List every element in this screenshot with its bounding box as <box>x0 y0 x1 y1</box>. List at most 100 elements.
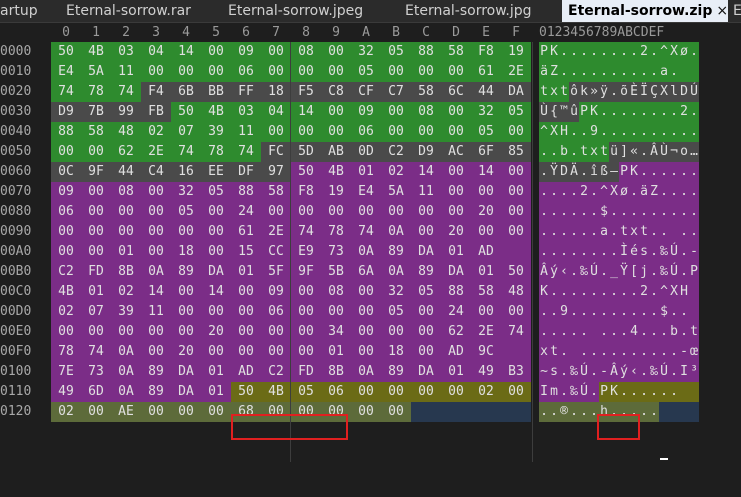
ascii-char[interactable] <box>699 202 709 222</box>
ascii-char[interactable]: . <box>599 322 609 342</box>
hex-byte[interactable]: 00 <box>204 402 228 422</box>
hex-byte[interactable]: DA <box>504 82 528 102</box>
hex-byte[interactable]: 00 <box>294 62 318 82</box>
hex-byte[interactable]: 00 <box>234 302 258 322</box>
hex-byte[interactable]: 6D <box>84 382 108 402</box>
ascii-char[interactable]: . <box>559 202 569 222</box>
ascii-char[interactable]: . <box>549 182 559 202</box>
ascii-char[interactable]: . <box>649 202 659 222</box>
hex-byte[interactable]: 74 <box>294 222 318 242</box>
hex-byte[interactable]: 00 <box>324 302 348 322</box>
ascii-char[interactable]: j <box>639 262 649 282</box>
hex-byte[interactable]: 00 <box>234 342 258 362</box>
ascii-char[interactable]: . <box>639 382 649 402</box>
ascii-char[interactable]: P <box>619 162 629 182</box>
hex-byte[interactable]: 0A <box>144 262 168 282</box>
hex-byte[interactable]: E9 <box>294 242 318 262</box>
ascii-char[interactable]: s <box>639 242 649 262</box>
hex-byte[interactable]: 02 <box>114 282 138 302</box>
hex-byte[interactable]: 0A <box>114 382 138 402</box>
hex-byte[interactable]: 6A <box>354 262 378 282</box>
hex-byte[interactable]: 09 <box>354 102 378 122</box>
hex-byte[interactable]: C7 <box>384 82 408 102</box>
ascii-char[interactable]: Ù <box>659 142 669 162</box>
ascii-char[interactable]: . <box>579 162 589 182</box>
ascii-char[interactable]: . <box>659 182 669 202</box>
hex-byte[interactable]: 78 <box>204 142 228 162</box>
ascii-char[interactable]: t <box>559 82 569 102</box>
ascii-char[interactable]: . <box>679 322 689 342</box>
hex-byte[interactable]: 01 <box>234 262 258 282</box>
hex-byte[interactable]: 0A <box>354 242 378 262</box>
ascii-char[interactable]: Ú <box>579 362 589 382</box>
ascii-char[interactable]: œ <box>689 342 699 362</box>
ascii-char[interactable]: . <box>659 122 669 142</box>
hex-byte[interactable]: 00 <box>324 62 348 82</box>
ascii-char[interactable]: . <box>569 322 579 342</box>
ascii-char[interactable]: x <box>539 342 549 362</box>
tab-overflow[interactable]: E <box>733 0 741 22</box>
ascii-char[interactable]: D <box>679 82 689 102</box>
hex-byte[interactable]: 00 <box>444 122 468 142</box>
ascii-char[interactable]: ™ <box>559 102 569 122</box>
ascii-char[interactable]: s <box>549 362 559 382</box>
ascii-char[interactable]: . <box>569 202 579 222</box>
ascii-char[interactable]: ä <box>639 182 649 202</box>
ascii-char[interactable]: . <box>619 322 629 342</box>
hex-byte[interactable]: 00 <box>114 202 138 222</box>
ascii-char[interactable]: . <box>539 322 549 342</box>
ascii-char[interactable]: . <box>649 282 659 302</box>
hex-byte[interactable]: 88 <box>54 122 78 142</box>
ascii-char[interactable]: . <box>659 322 669 342</box>
hex-byte[interactable]: 00 <box>264 122 288 142</box>
ascii-char[interactable]: K <box>539 282 549 302</box>
ascii-char[interactable]: t <box>539 82 549 102</box>
hex-byte[interactable]: 88 <box>414 42 438 62</box>
hex-byte[interactable]: 05 <box>384 42 408 62</box>
ascii-char[interactable]: . <box>689 122 699 142</box>
ascii-char[interactable]: ý <box>619 362 629 382</box>
ascii-char[interactable]: . <box>619 302 629 322</box>
hex-byte[interactable]: 01 <box>444 242 468 262</box>
hex-byte[interactable]: 00 <box>354 282 378 302</box>
ascii-char[interactable]: . <box>559 222 569 242</box>
ascii-char[interactable]: . <box>579 42 589 62</box>
hex-byte[interactable]: 00 <box>174 302 198 322</box>
hex-byte[interactable]: 00 <box>414 62 438 82</box>
ascii-char[interactable]: . <box>659 382 669 402</box>
ascii-char[interactable]: . <box>619 122 629 142</box>
tab-eternal-sorrow-jpeg[interactable]: Eternal-sorrow.jpeg <box>228 0 388 22</box>
hex-byte[interactable]: 00 <box>504 182 528 202</box>
ascii-char[interactable]: 2 <box>579 182 589 202</box>
hex-byte[interactable]: 58 <box>414 82 438 102</box>
ascii-char[interactable]: Ú <box>669 262 679 282</box>
hex-byte[interactable]: 00 <box>384 62 408 82</box>
ascii-char[interactable]: . <box>599 282 609 302</box>
hex-byte[interactable]: C4 <box>144 162 168 182</box>
hex-byte[interactable]: D9 <box>54 102 78 122</box>
hex-byte[interactable]: 74 <box>174 142 198 162</box>
ascii-char[interactable]: h <box>599 402 609 422</box>
hex-byte[interactable]: 00 <box>54 222 78 242</box>
hex-byte[interactable]: 09 <box>264 282 288 302</box>
tab-eternal-sorrow-rar[interactable]: Eternal-sorrow.rar <box>66 0 216 22</box>
hex-byte[interactable]: 88 <box>234 182 258 202</box>
hex-byte[interactable]: F5 <box>294 82 318 102</box>
hex-byte[interactable]: 74 <box>84 342 108 362</box>
hex-byte[interactable]: 61 <box>474 62 498 82</box>
ascii-char[interactable]: . <box>579 402 589 422</box>
hex-byte[interactable]: 04 <box>144 42 168 62</box>
hex-byte[interactable]: 00 <box>324 402 348 422</box>
ascii-char[interactable]: . <box>669 162 679 182</box>
hex-byte[interactable]: 0A <box>384 222 408 242</box>
hex-byte[interactable]: 78 <box>84 82 108 102</box>
ascii-char[interactable]: . <box>629 342 639 362</box>
hex-byte[interactable]: 00 <box>204 62 228 82</box>
hex-byte[interactable]: 19 <box>504 42 528 62</box>
hex-byte[interactable]: 00 <box>414 202 438 222</box>
hex-byte[interactable]: 05 <box>504 102 528 122</box>
ascii-char[interactable]: ß <box>599 162 609 182</box>
hex-byte[interactable]: 00 <box>114 222 138 242</box>
hex-byte[interactable]: 00 <box>354 202 378 222</box>
hex-byte[interactable]: 14 <box>414 162 438 182</box>
